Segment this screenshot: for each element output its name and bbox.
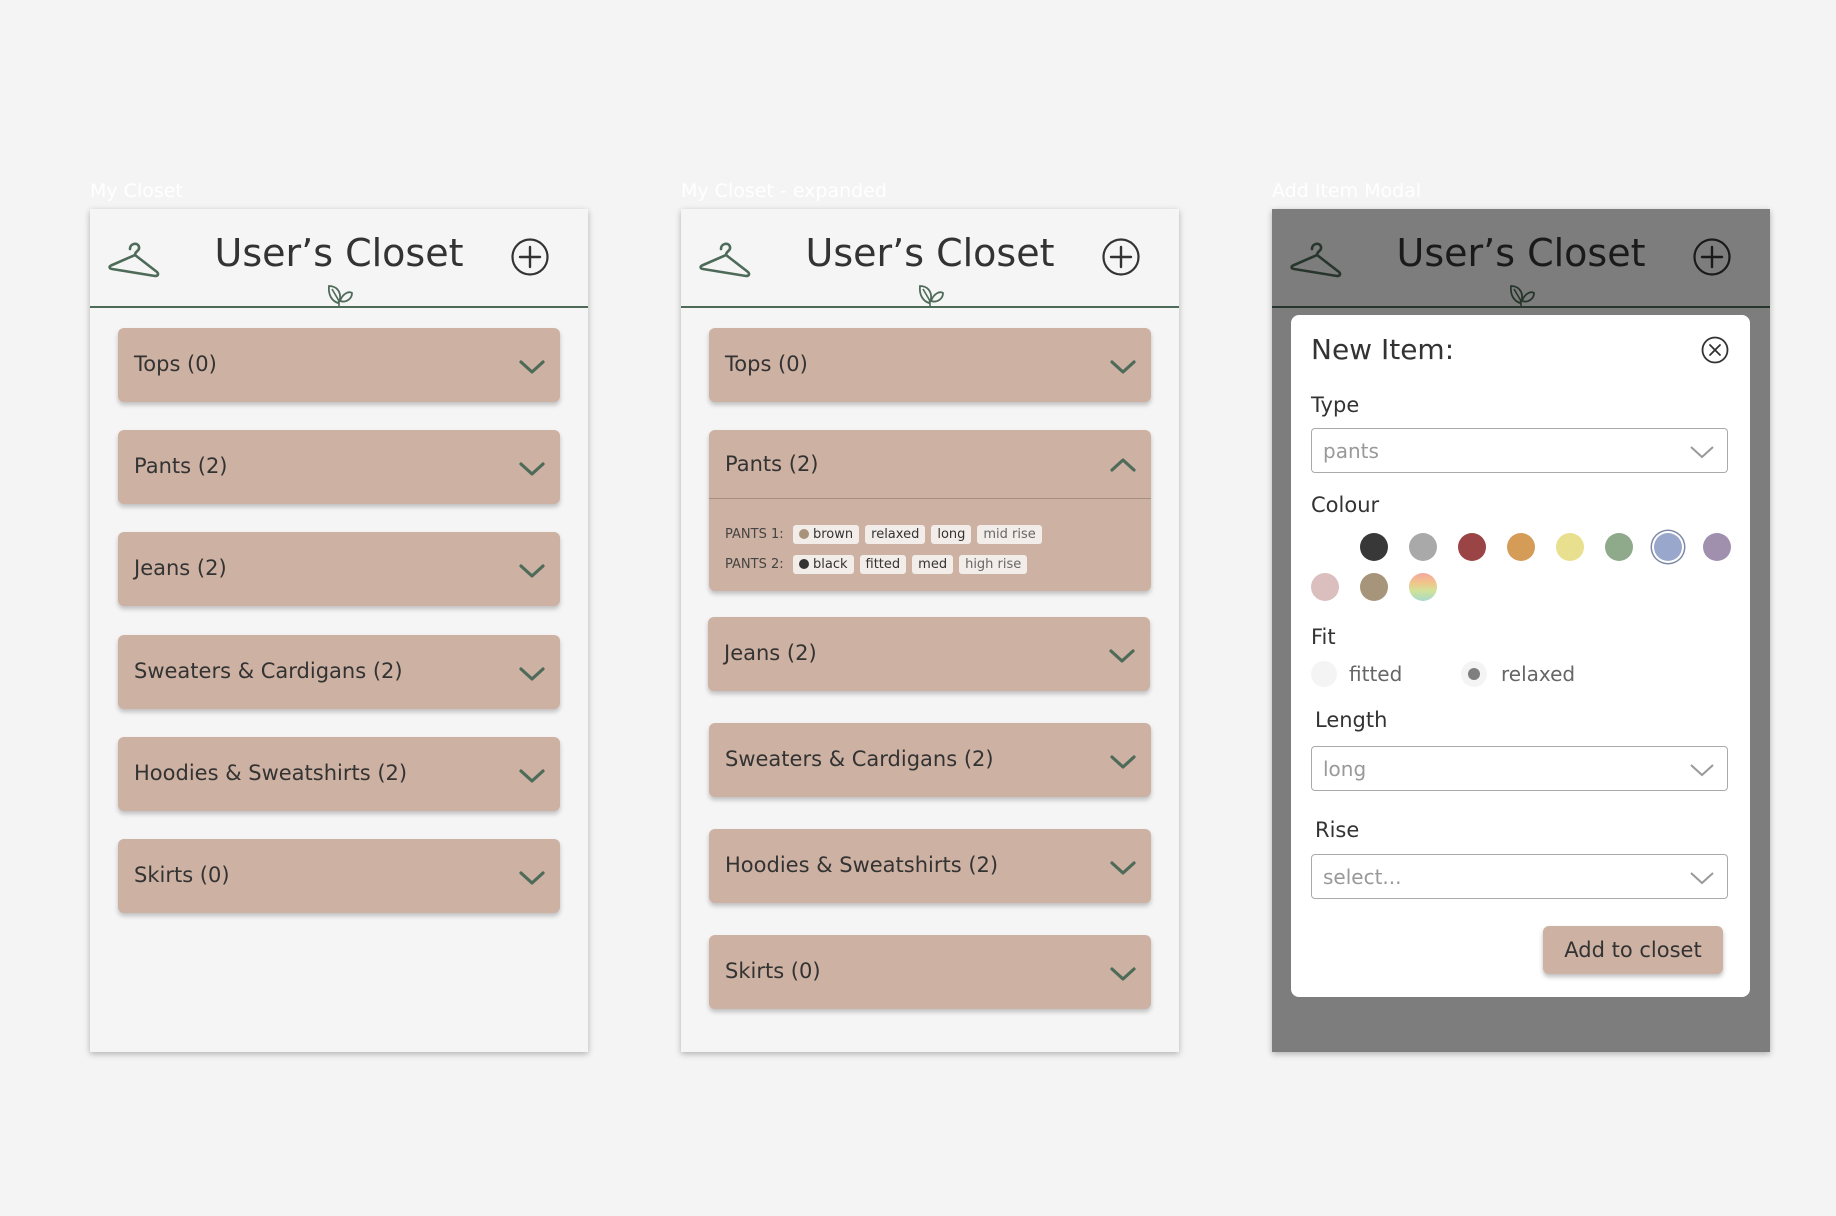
category-pants[interactable]: Pants (2) bbox=[118, 430, 560, 504]
type-label: Type bbox=[1311, 393, 1360, 417]
category-jeans[interactable]: Jeans (2) bbox=[118, 532, 560, 606]
category-sweaters[interactable]: Sweaters & Cardigans (2) bbox=[709, 723, 1151, 797]
item-label: PANTS 1: bbox=[725, 526, 784, 542]
list-item[interactable]: PANTS 2: black fitted med high rise bbox=[725, 549, 1151, 579]
fit-tag: fitted bbox=[859, 554, 907, 574]
category-label: Sweaters & Cardigans (2) bbox=[134, 659, 403, 683]
category-label: Pants (2) bbox=[134, 454, 228, 478]
list-item[interactable]: PANTS 1: brown relaxed long mid rise bbox=[725, 519, 1151, 549]
swatch-green[interactable] bbox=[1605, 533, 1633, 561]
chevron-down-icon[interactable] bbox=[518, 665, 546, 683]
colour-label: Colour bbox=[1311, 493, 1380, 517]
category-sweaters[interactable]: Sweaters & Cardigans (2) bbox=[118, 635, 560, 709]
swatch-blue-selected[interactable] bbox=[1654, 533, 1682, 561]
category-tops[interactable]: Tops (0) bbox=[709, 328, 1151, 402]
leaf-icon bbox=[918, 285, 944, 306]
swatch-red[interactable] bbox=[1458, 533, 1486, 561]
colour-dot-icon bbox=[799, 559, 809, 569]
category-label: Sweaters & Cardigans (2) bbox=[725, 747, 994, 771]
chevron-down-icon[interactable] bbox=[518, 562, 546, 580]
chevron-down-icon[interactable] bbox=[518, 869, 546, 887]
add-item-button[interactable] bbox=[1101, 237, 1141, 277]
category-hoodies[interactable]: Hoodies & Sweatshirts (2) bbox=[709, 829, 1151, 903]
length-select-value: long bbox=[1323, 757, 1367, 781]
swatch-purple[interactable] bbox=[1703, 533, 1731, 561]
rise-tag: mid rise bbox=[977, 524, 1042, 544]
radio-selected-dot bbox=[1468, 668, 1480, 680]
chevron-down-icon[interactable] bbox=[1109, 859, 1137, 877]
swatch-black[interactable] bbox=[1360, 533, 1388, 561]
chevron-down-icon bbox=[1690, 764, 1714, 777]
category-pants-expanded[interactable]: Pants (2) PANTS 1: brown relaxed long mi… bbox=[709, 430, 1151, 591]
chevron-down-icon[interactable] bbox=[518, 358, 546, 376]
category-label: Skirts (0) bbox=[725, 959, 821, 983]
category-label: Tops (0) bbox=[725, 352, 808, 376]
closet-expanded-screen: User’s Closet Tops (0) Pants (2) PANTS 1… bbox=[681, 209, 1179, 1052]
length-tag: med bbox=[912, 554, 954, 574]
swatch-white[interactable] bbox=[1311, 533, 1339, 561]
colour-tag: brown bbox=[793, 524, 860, 544]
length-label: Length bbox=[1315, 708, 1388, 732]
fit-radio-relaxed[interactable] bbox=[1461, 661, 1487, 687]
swatch-orange[interactable] bbox=[1507, 533, 1535, 561]
fit-option-label: relaxed bbox=[1501, 662, 1576, 686]
chevron-down-icon[interactable] bbox=[518, 460, 546, 478]
category-label: Jeans (2) bbox=[134, 556, 227, 580]
chevron-down-icon[interactable] bbox=[1109, 358, 1137, 376]
chevron-down-icon bbox=[1690, 446, 1714, 459]
category-skirts[interactable]: Skirts (0) bbox=[118, 839, 560, 913]
category-label: Pants (2) bbox=[725, 452, 819, 476]
rise-select[interactable]: select... bbox=[1311, 854, 1728, 899]
swatch-yellow[interactable] bbox=[1556, 533, 1584, 561]
modal-title: New Item: bbox=[1311, 333, 1455, 366]
category-skirts[interactable]: Skirts (0) bbox=[709, 935, 1151, 1009]
colour-tag: black bbox=[793, 554, 854, 574]
chevron-up-icon[interactable] bbox=[1109, 456, 1137, 474]
item-label: PANTS 2: bbox=[725, 556, 784, 572]
rise-tag: high rise bbox=[959, 554, 1028, 574]
fit-radio-fitted[interactable] bbox=[1311, 661, 1337, 687]
colour-dot-icon bbox=[799, 529, 809, 539]
frame-label-my-closet-expanded: My Closet - expanded bbox=[681, 180, 887, 202]
chevron-down-icon[interactable] bbox=[1108, 647, 1136, 665]
swatch-pink[interactable] bbox=[1311, 573, 1339, 601]
length-select[interactable]: long bbox=[1311, 746, 1728, 791]
fit-label: Fit bbox=[1311, 625, 1336, 649]
add-item-button[interactable] bbox=[510, 237, 550, 277]
rise-select-value: select... bbox=[1323, 865, 1402, 889]
chevron-down-icon bbox=[1690, 872, 1714, 885]
category-jeans[interactable]: Jeans (2) bbox=[708, 617, 1150, 691]
category-label: Hoodies & Sweatshirts (2) bbox=[134, 761, 408, 785]
new-item-modal: New Item: Type pants Colour Fit fitted r… bbox=[1291, 315, 1750, 997]
swatch-brown[interactable] bbox=[1360, 573, 1388, 601]
closet-screen: User’s Closet Tops (0) Pants (2) Jeans (… bbox=[90, 209, 588, 1052]
length-tag: long bbox=[931, 524, 972, 544]
app-header: User’s Closet bbox=[90, 209, 588, 308]
category-hoodies[interactable]: Hoodies & Sweatshirts (2) bbox=[118, 737, 560, 811]
swatch-multicolour[interactable] bbox=[1409, 573, 1437, 601]
category-label: Tops (0) bbox=[134, 352, 217, 376]
leaf-icon bbox=[327, 285, 353, 306]
pants-item-list: PANTS 1: brown relaxed long mid rise PAN… bbox=[709, 498, 1151, 579]
frame-label-my-closet: My Closet bbox=[90, 180, 183, 202]
app-header: User’s Closet bbox=[681, 209, 1179, 308]
fit-tag: relaxed bbox=[865, 524, 926, 544]
add-item-modal-screen: User’s Closet New Item: Type pants Colou… bbox=[1272, 209, 1770, 1052]
chevron-down-icon[interactable] bbox=[1109, 965, 1137, 983]
category-label: Jeans (2) bbox=[724, 641, 817, 665]
add-to-closet-button[interactable]: Add to closet bbox=[1543, 926, 1723, 974]
close-icon[interactable] bbox=[1700, 335, 1730, 365]
type-select[interactable]: pants bbox=[1311, 428, 1728, 473]
fit-option-label: fitted bbox=[1349, 662, 1403, 686]
swatch-grey[interactable] bbox=[1409, 533, 1437, 561]
type-select-value: pants bbox=[1323, 439, 1379, 463]
category-label: Skirts (0) bbox=[134, 863, 230, 887]
category-label: Hoodies & Sweatshirts (2) bbox=[725, 853, 999, 877]
rise-label: Rise bbox=[1315, 818, 1360, 842]
category-tops[interactable]: Tops (0) bbox=[118, 328, 560, 402]
frame-label-add-item-modal: Add Item Modal bbox=[1272, 180, 1422, 202]
chevron-down-icon[interactable] bbox=[1109, 753, 1137, 771]
chevron-down-icon[interactable] bbox=[518, 767, 546, 785]
